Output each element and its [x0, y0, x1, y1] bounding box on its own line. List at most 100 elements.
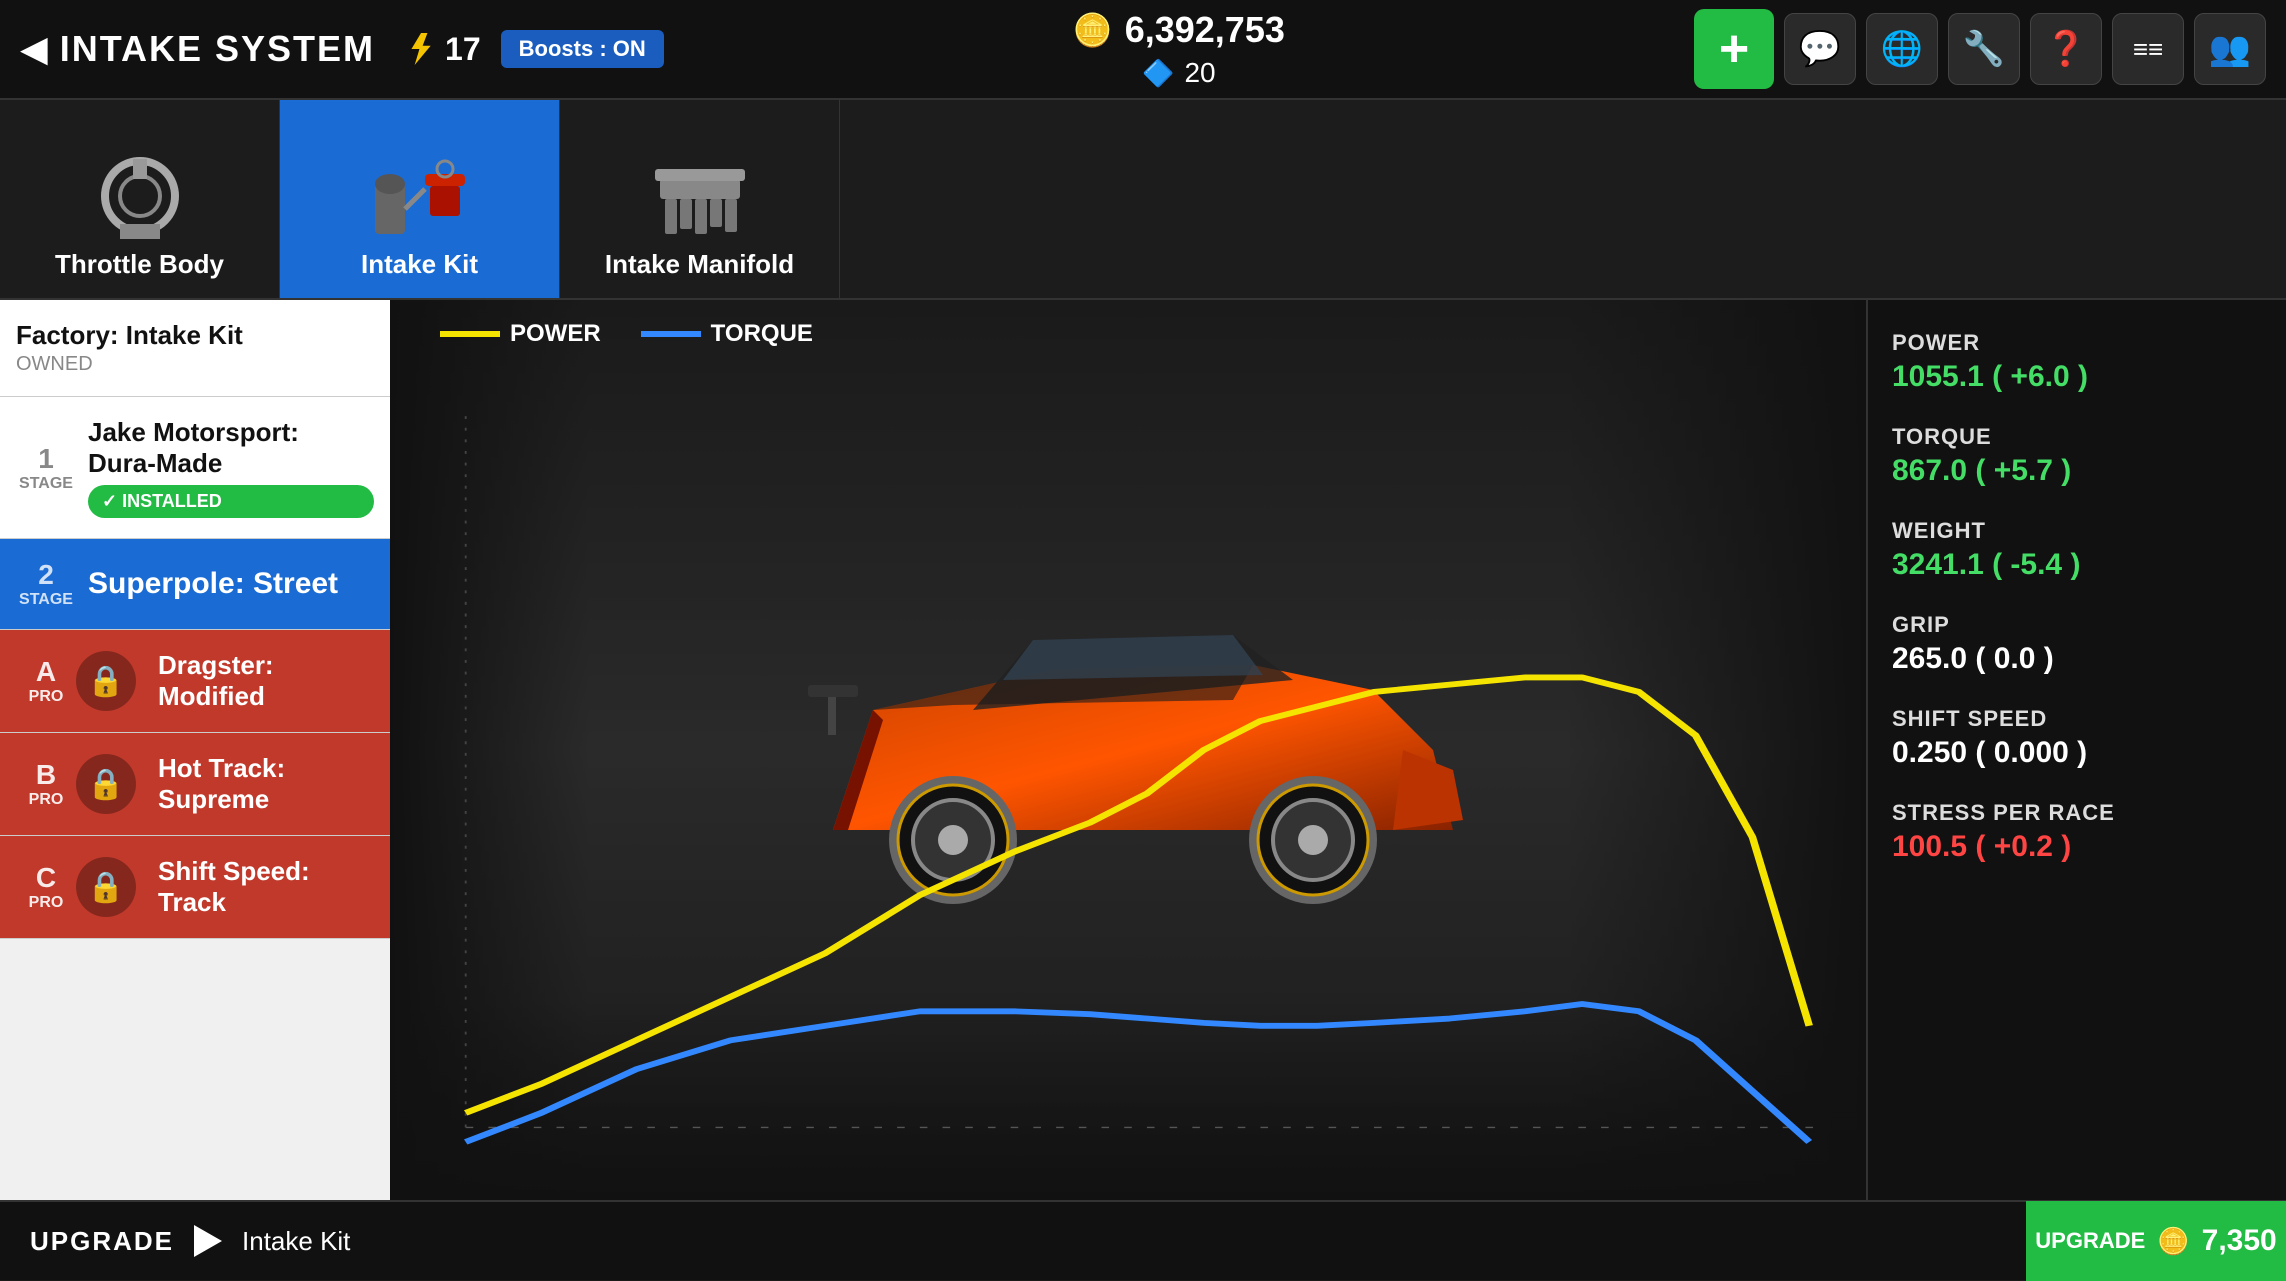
top-center: 🪙 6,392,753 🔷 20	[664, 9, 1694, 89]
tab-intake-kit[interactable]: Intake Kit	[280, 100, 560, 298]
boost-badge[interactable]: Boosts : ON	[501, 30, 664, 68]
torque-legend-label: TORQUE	[711, 320, 813, 348]
intake-manifold-icon	[645, 151, 755, 241]
play-icon	[194, 1225, 222, 1257]
installed-badge: ✓ INSTALLED	[88, 485, 374, 518]
stagec-badge: C PRO	[16, 862, 76, 912]
page-title: INTAKE SYSTEM	[60, 28, 375, 70]
gems-row: 🔷 20	[1142, 57, 1216, 89]
upgrade2-name: Superpole: Street	[88, 567, 374, 601]
help-button[interactable]: ❓	[2030, 13, 2102, 85]
stat-stress: STRESS PER RACE 100.5 ( +0.2 )	[1892, 800, 2262, 864]
top-right: + 💬 🌐 🔧 ❓ ≡≡ 👥	[1694, 9, 2266, 89]
stat-weight: WEIGHT 3241.1 ( -5.4 )	[1892, 518, 2262, 582]
throttle-body-icon	[85, 151, 195, 241]
upgrade-label: UPGRADE	[30, 1226, 174, 1257]
tab-intake-manifold-label: Intake Manifold	[605, 249, 794, 280]
car-container	[390, 300, 1866, 1200]
stagea-word: PRO	[16, 688, 76, 706]
stress-value: 100.5 ( +0.2 )	[1892, 830, 2262, 864]
stagec-num: C	[36, 862, 56, 893]
gems-amount: 20	[1184, 57, 1215, 89]
upgradeb-info: Hot Track: Supreme	[158, 753, 374, 815]
gem-icon: 🔷	[1142, 58, 1174, 89]
world-button[interactable]: 🌐	[1866, 13, 1938, 85]
stage1-num: 1	[38, 443, 54, 474]
lock-icon-b: 🔒	[76, 754, 136, 814]
torque-legend-line	[641, 331, 701, 337]
left-panel: Factory: Intake Kit OWNED 1 STAGE Jake M…	[0, 300, 390, 1200]
stageb-word: PRO	[16, 791, 76, 809]
component-tabs: Throttle Body Intake Kit	[0, 100, 2286, 300]
cost-coin-icon: 🪙	[2157, 1226, 2189, 1257]
stage2-badge: 2 STAGE	[16, 559, 76, 609]
lock-icon-c: 🔒	[76, 857, 136, 917]
tab-intake-kit-label: Intake Kit	[361, 249, 478, 280]
legend-torque: TORQUE	[641, 320, 813, 348]
upgrade-item-name: Intake Kit	[242, 1226, 350, 1257]
top-bar: ◀ INTAKE SYSTEM 17 Boosts : ON 🪙 6,392,7…	[0, 0, 2286, 100]
power-legend-line	[440, 331, 500, 337]
tab-intake-manifold[interactable]: Intake Manifold	[560, 100, 840, 298]
shift-speed-value: 0.250 ( 0.000 )	[1892, 736, 2262, 770]
bottom-bar: UPGRADE Intake Kit UPGRADE 🪙 7,350	[0, 1200, 2286, 1280]
upgrade-cost-amount: 7,350	[2202, 1224, 2277, 1258]
currency-amount: 6,392,753	[1125, 9, 1285, 51]
right-stats: POWER 1055.1 ( +6.0 ) TORQUE 867.0 ( +5.…	[1866, 300, 2286, 1200]
stagea-num: A	[36, 656, 56, 687]
lightning-icon	[405, 33, 437, 65]
upgrade-stock[interactable]: Factory: Intake Kit OWNED	[0, 300, 390, 397]
upgrade2-info: Superpole: Street	[88, 567, 374, 601]
upgrade-cost-button[interactable]: UPGRADE 🪙 7,350	[2026, 1201, 2286, 1281]
stage1-badge: 1 STAGE	[16, 443, 76, 493]
stock-name: Factory: Intake Kit	[16, 320, 374, 351]
power-value: 1055.1 ( +6.0 )	[1892, 360, 2262, 394]
main-content: Factory: Intake Kit OWNED 1 STAGE Jake M…	[0, 300, 2286, 1200]
stock-sub: OWNED	[16, 353, 374, 376]
stagea-badge: A PRO	[16, 656, 76, 706]
chat-button[interactable]: 💬	[1784, 13, 1856, 85]
chart-legend: POWER TORQUE	[440, 320, 813, 348]
stage2-num: 2	[38, 559, 54, 590]
torque-value: 867.0 ( +5.7 )	[1892, 454, 2262, 488]
weight-value: 3241.1 ( -5.4 )	[1892, 548, 2262, 582]
upgrade-stage2[interactable]: 2 STAGE Superpole: Street	[0, 539, 390, 630]
upgrade-stageb[interactable]: B PRO 🔒 Hot Track: Supreme	[0, 733, 390, 836]
add-currency-button[interactable]: +	[1694, 9, 1774, 89]
power-legend-label: POWER	[510, 320, 601, 348]
stageb-num: B	[36, 759, 56, 790]
weight-label: WEIGHT	[1892, 518, 2262, 544]
coin-icon: 🪙	[1073, 11, 1113, 49]
installed-label: ✓ INSTALLED	[102, 491, 222, 512]
wrench-button[interactable]: 🔧	[1948, 13, 2020, 85]
events-button[interactable]: ≡≡	[2112, 13, 2184, 85]
upgradea-name: Dragster: Modified	[158, 650, 374, 712]
car-view: POWER TORQUE	[390, 300, 1866, 1200]
stress-label: STRESS PER RACE	[1892, 800, 2262, 826]
back-button[interactable]: ◀ INTAKE SYSTEM	[20, 28, 375, 70]
upgrade1-info: Jake Motorsport: Dura-Made ✓ INSTALLED	[88, 417, 374, 518]
upgrade-stagec[interactable]: C PRO 🔒 Shift Speed: Track	[0, 836, 390, 939]
intake-kit-icon	[365, 151, 475, 241]
torque-label: TORQUE	[1892, 424, 2262, 450]
upgrade-stage1[interactable]: 1 STAGE Jake Motorsport: Dura-Made ✓ INS…	[0, 397, 390, 539]
stat-shift-speed: SHIFT SPEED 0.250 ( 0.000 )	[1892, 706, 2262, 770]
community-button[interactable]: 👥	[2194, 13, 2266, 85]
stage1-word: STAGE	[16, 475, 76, 493]
stat-grip: GRIP 265.0 ( 0.0 )	[1892, 612, 2262, 676]
upgrade-left-section: UPGRADE Intake Kit	[0, 1225, 2026, 1257]
stagec-word: PRO	[16, 894, 76, 912]
upgrade-cost-label: UPGRADE	[2035, 1228, 2145, 1254]
grip-value: 265.0 ( 0.0 )	[1892, 642, 2262, 676]
stat-power: POWER 1055.1 ( +6.0 )	[1892, 330, 2262, 394]
lightning-section: 17	[405, 31, 481, 68]
upgradea-info: Dragster: Modified	[158, 650, 374, 712]
grip-label: GRIP	[1892, 612, 2262, 638]
tab-throttle-body-label: Throttle Body	[55, 249, 224, 280]
stat-torque: TORQUE 867.0 ( +5.7 )	[1892, 424, 2262, 488]
power-label: POWER	[1892, 330, 2262, 356]
upgrade-stagea[interactable]: A PRO 🔒 Dragster: Modified	[0, 630, 390, 733]
lightning-count: 17	[445, 31, 481, 68]
tab-throttle-body[interactable]: Throttle Body	[0, 100, 280, 298]
upgradeb-name: Hot Track: Supreme	[158, 753, 374, 815]
